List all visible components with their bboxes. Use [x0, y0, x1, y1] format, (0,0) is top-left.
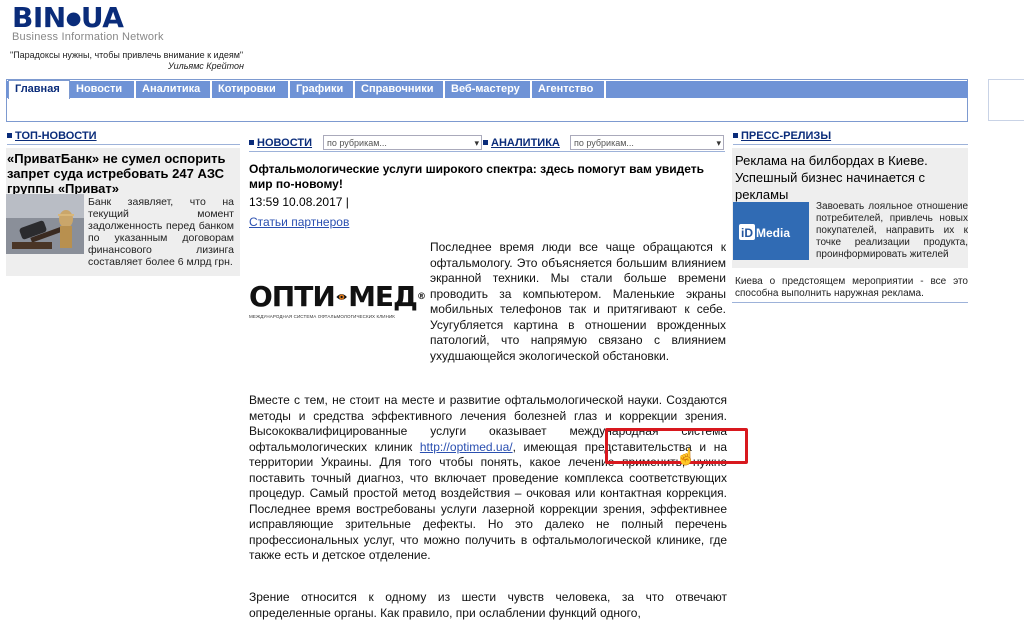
optimed-link[interactable]: http://optimed.ua/	[420, 440, 513, 454]
nav-tab-news[interactable]: Новости	[70, 81, 136, 98]
logo-wordmark: BIN●UA	[12, 1, 124, 34]
main-nav: Главная Новости Аналитика Котировки Граф…	[6, 80, 968, 99]
bullet-icon	[483, 139, 488, 145]
chevron-down-icon: ▾	[474, 138, 479, 148]
press-release-title[interactable]: Реклама на билбордах в Киеве. Успешный б…	[735, 152, 965, 203]
right-edge-box	[988, 79, 1024, 121]
logo-tagline: МЕЖДУНАРОДНАЯ СИСТЕМА ОФТАЛЬМОЛОГИЧЕСКИХ…	[249, 314, 396, 319]
quote-text: "Парадоксы нужны, чтобы привлечь внимани…	[10, 50, 244, 60]
chevron-down-icon: ▾	[716, 138, 721, 148]
analytics-category-select[interactable]: по рубрикам... ▾	[570, 135, 724, 150]
nav-tab-analytics[interactable]: Аналитика	[136, 81, 212, 98]
article-paragraph-3: Зрение относится к одному из шести чувст…	[249, 590, 727, 620]
analytics-heading[interactable]: АНАЛИТИКА	[483, 136, 573, 151]
bullet-icon	[733, 132, 738, 138]
top-news-title[interactable]: «ПриватБанк» не сумел оспорить запрет су…	[7, 151, 232, 196]
top-news-image[interactable]	[6, 194, 84, 254]
header-quote: "Парадоксы нужны, чтобы привлечь внимани…	[10, 50, 244, 72]
idmedia-logo-image: iD Media	[733, 202, 809, 260]
gavel-image	[6, 194, 84, 254]
hand-cursor-icon: ☝	[676, 449, 696, 466]
site-logo[interactable]: BIN●UA Business Information Network	[12, 1, 164, 44]
article-paragraph-2: Вместе с тем, не стоит на месте и развит…	[249, 393, 728, 562]
article-title: Офтальмологические услуги широкого спект…	[249, 162, 705, 191]
divider	[732, 302, 968, 303]
bullet-icon	[7, 132, 12, 138]
optimed-logo: ОПТИ МЕД ® МЕЖДУНАРОДНАЯ СИСТЕМА ОФТАЛЬМ…	[249, 280, 426, 320]
nav-tab-references[interactable]: Справочники	[355, 81, 445, 98]
press-release-image[interactable]: iD Media	[733, 202, 809, 260]
press-release-text-cont: Киева о предстоящем мероприятии - все эт…	[735, 276, 968, 299]
press-releases-heading[interactable]: ПРЕСС-РЕЛИЗЫ	[733, 129, 968, 145]
nav-tab-webmaster[interactable]: Веб-мастеру	[445, 81, 532, 98]
nav-tab-agency[interactable]: Агентство	[532, 81, 606, 98]
top-news-heading[interactable]: ТОП-НОВОСТИ	[7, 129, 240, 145]
logo-subtitle: Business Information Network	[12, 31, 164, 43]
idmedia-logo-text: iD Media	[741, 226, 790, 240]
nav-tab-quotes[interactable]: Котировки	[212, 81, 290, 98]
divider	[249, 151, 725, 152]
eye-icon	[336, 294, 347, 300]
nav-tab-charts[interactable]: Графики	[290, 81, 355, 98]
nav-tab-home[interactable]: Главная	[8, 80, 70, 99]
press-release-text: Завоевать лояльное отношение потребителе…	[816, 201, 968, 260]
news-category-select[interactable]: по рубрикам... ▾	[323, 135, 482, 150]
top-news-text: Банк заявляет, что на текущий момент зад…	[88, 196, 234, 268]
article-paragraph-1: Последнее время люди все чаще обращаются…	[430, 240, 726, 363]
article-date: 13:59 10.08.2017 |	[249, 195, 349, 209]
bullet-icon	[249, 139, 254, 145]
logo-dot-icon: ●	[65, 8, 82, 29]
quote-author: Уильямс Крейтон	[167, 61, 244, 71]
article-category-link[interactable]: Статьи партнеров	[249, 215, 349, 229]
